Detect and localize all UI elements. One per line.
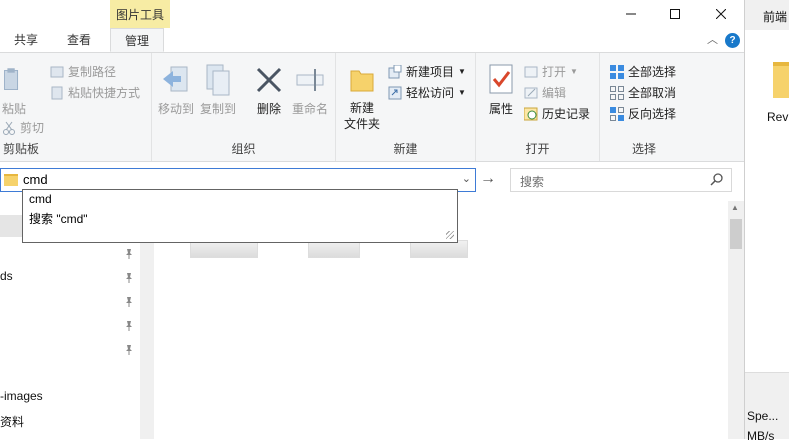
copy-to-button[interactable]: 复制到 [200,63,236,117]
select-all-icon [610,64,624,79]
picture-tools-tab-group: 图片工具 [110,0,170,28]
close-button[interactable] [698,0,744,28]
maximize-button[interactable] [652,0,698,28]
edit-icon [524,87,538,98]
background-folder-label: Rev [767,110,789,124]
close-icon [716,9,726,19]
pin-icon [126,249,132,259]
paste-shortcut-icon [51,86,63,99]
nav-item-downloads[interactable]: ds [0,269,13,283]
search-icon [710,173,723,186]
select-none-icon [610,85,624,100]
select-group: 全部选择 全部取消 反向选择 选择 [600,53,688,161]
clipboard-icon [4,68,19,90]
search-input[interactable]: 搜索 [520,173,544,190]
rename-button[interactable]: 重命名 [292,63,328,117]
address-input[interactable]: cmd [23,172,48,187]
chevron-down-icon[interactable]: ⌄ [462,172,471,185]
pin-icon [126,273,132,283]
move-to-icon [163,66,188,92]
invert-selection-button[interactable]: 反向选择 [610,105,676,122]
clipboard-group-label: 剪贴板 [3,142,40,156]
pin-icon [126,321,132,331]
folder-icon [4,174,18,186]
pin-icon [126,297,132,307]
easy-access-icon [388,86,402,99]
open-group: 属性 打开 ▼ 编辑 历史记录 打开 [476,53,600,161]
open-group-label: 打开 [525,142,550,156]
tab-manage[interactable]: 管理 [110,28,165,52]
edit-button[interactable]: 编辑 [524,84,566,101]
ribbon-tabs: 共享 查看 管理 [0,28,744,52]
background-window: 前端 Rev Spe... MB/s [744,0,789,443]
open-button[interactable]: 打开 ▼ [524,63,578,80]
background-window-title-text: 前端 [763,10,788,24]
copy-path-icon [50,66,64,77]
properties-check-icon [489,64,513,94]
autocomplete-item[interactable]: cmd [29,192,52,206]
clipboard-group: 粘贴 复制路径 粘贴快捷方式 剪切 剪贴板 [0,53,152,161]
autocomplete-search-item[interactable]: 搜索 "cmd" [29,210,88,227]
invert-selection-icon [610,106,624,121]
speed-label: Spe... [747,409,779,423]
copy-to-icon [206,64,230,96]
history-icon [524,107,538,120]
open-icon [524,66,538,77]
organize-group-label: 组织 [231,142,256,156]
delete-x-icon [256,67,282,93]
move-to-button[interactable]: 移动到 [158,63,194,117]
nav-item-images[interactable]: -images [0,389,43,403]
paste-shortcut-button[interactable]: 粘贴快捷方式 [50,84,140,101]
go-arrow-icon[interactable]: → [480,170,496,188]
background-window-title: 前端 [745,0,789,30]
new-item-icon [388,64,402,78]
resize-grip[interactable] [446,231,454,239]
select-group-label: 选择 [631,142,656,156]
new-item-button[interactable]: 新建项目 ▼ [388,63,466,80]
cut-button[interactable]: 剪切 [2,119,44,136]
ribbon: 粘贴 复制路径 粘贴快捷方式 剪切 剪贴板 移动到 复制到 删除 重命名 组织 … [0,52,744,162]
pin-icon [126,345,132,355]
folder-icon [773,62,789,98]
speed-unit: MB/s [747,429,775,443]
new-group: 新建 文件夹 新建项目 ▼ 轻松访问 ▼ 新建 [336,53,476,161]
tab-view[interactable]: 查看 [67,28,91,52]
scroll-up-icon[interactable]: ▲ [731,203,739,212]
minimize-button[interactable] [608,0,654,28]
scissors-icon [3,121,15,135]
select-none-button[interactable]: 全部取消 [610,84,676,101]
nav-item-documents[interactable]: 资料 [0,413,24,430]
file-explorer-window: 图片工具 共享 查看 管理 ︿ ? 粘贴 复制路径 粘贴快捷方式 剪切 剪贴板 … [0,0,744,439]
title-bar: 图片工具 共享 查看 管理 ︿ ? [0,0,744,52]
history-button[interactable]: 历史记录 [524,105,590,122]
tab-share[interactable]: 共享 [14,28,38,52]
new-group-label: 新建 [393,142,418,156]
scrollbar-thumb[interactable] [730,219,742,249]
background-status-panel: Spe... MB/s [745,372,789,443]
help-button[interactable]: ? [725,33,740,48]
maximize-icon [670,9,680,19]
organize-group: 移动到 复制到 删除 重命名 组织 [152,53,336,161]
easy-access-button[interactable]: 轻松访问 ▼ [388,84,466,101]
collapse-ribbon-icon[interactable]: ︿ [707,31,718,47]
new-folder-icon [350,70,374,92]
rename-icon [296,69,324,91]
select-all-button[interactable]: 全部选择 [610,63,676,80]
new-folder-button[interactable]: 新建 文件夹 [344,63,380,132]
delete-button[interactable]: 删除 [254,63,284,117]
properties-button[interactable]: 属性 [486,63,516,117]
autocomplete-dropdown: cmd 搜索 "cmd" [22,189,458,243]
content-scrollbar[interactable]: ▲ [728,201,744,439]
minimize-icon [626,13,636,15]
search-box[interactable]: 搜索 [510,168,732,192]
copy-path-button[interactable]: 复制路径 [50,63,116,80]
paste-button[interactable]: 粘贴 [2,63,26,117]
